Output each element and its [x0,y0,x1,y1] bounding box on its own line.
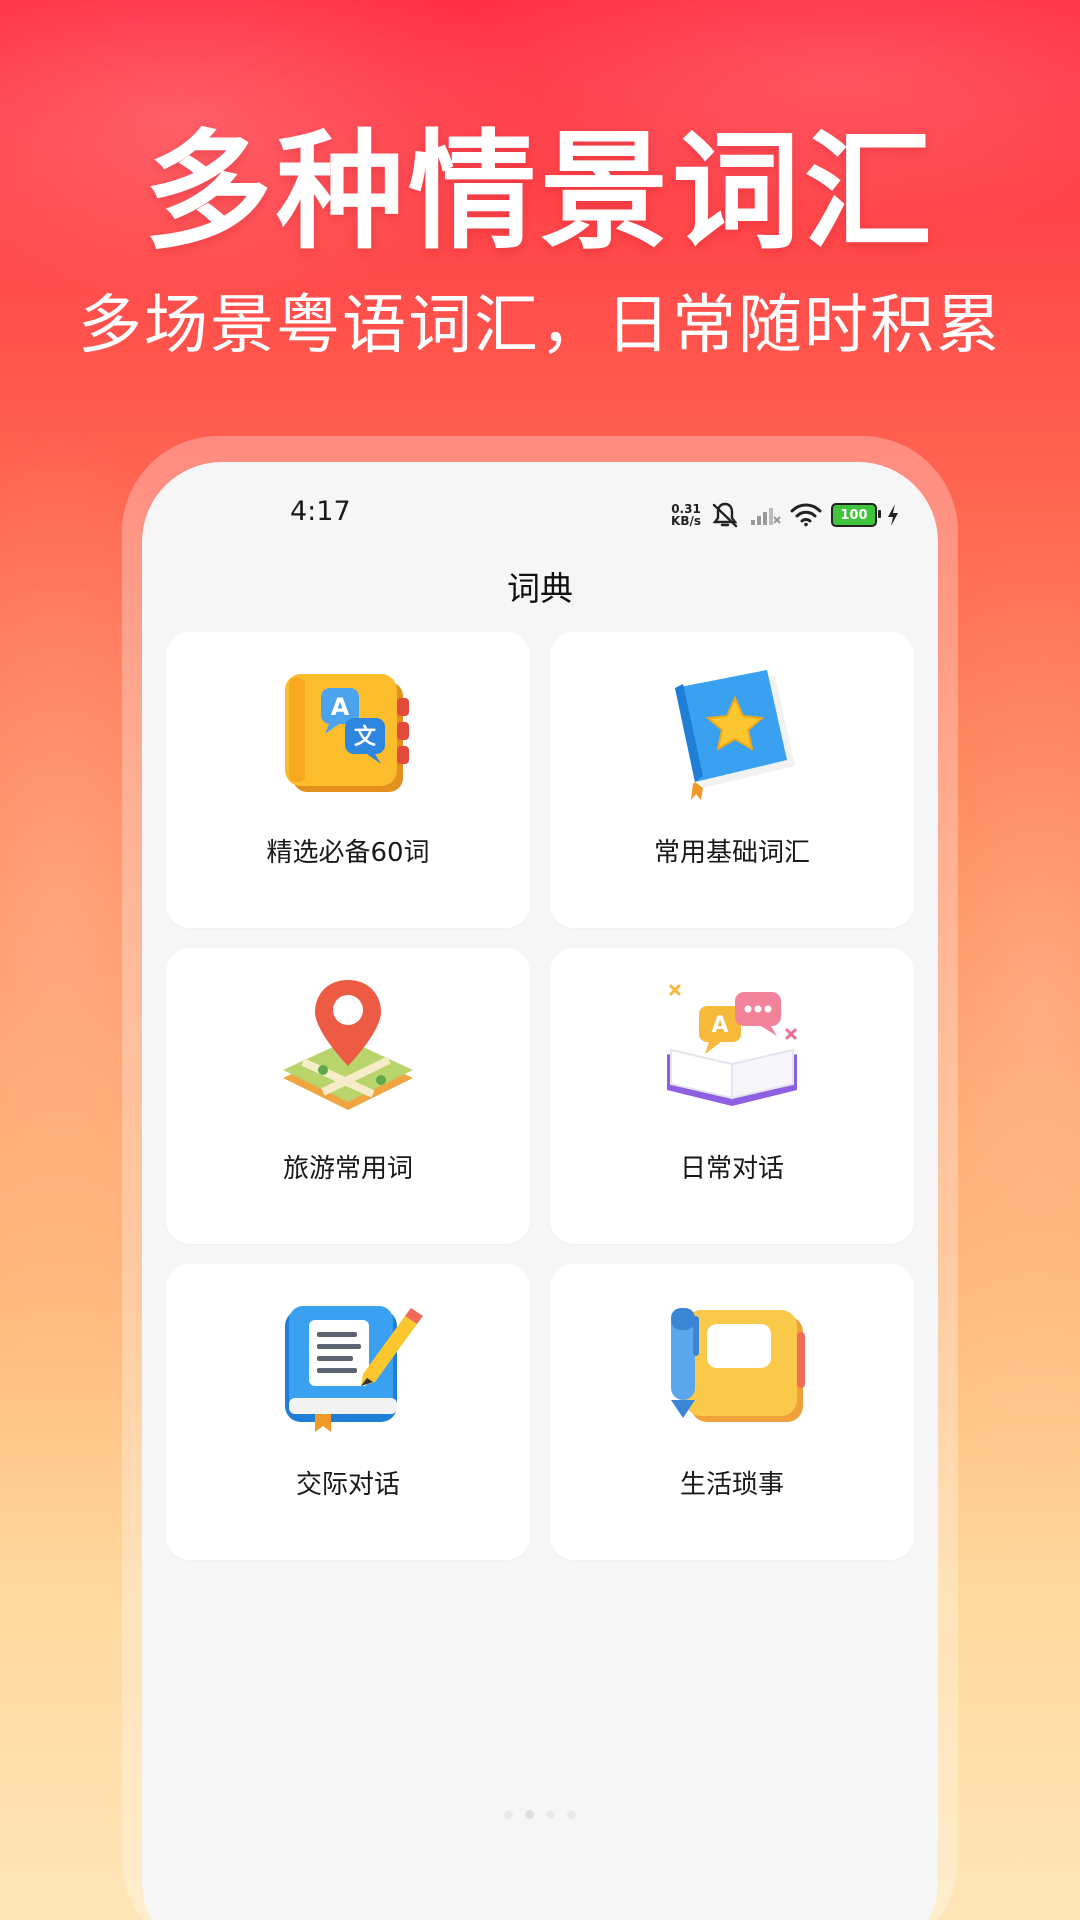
wifi-icon [790,503,822,527]
category-label: 旅游常用词 [282,1154,413,1184]
category-card-travel[interactable]: 旅游常用词 [166,948,530,1244]
network-speed: 0.31 KB/s [671,503,701,527]
signal-icon [751,508,781,525]
category-card-selected-60[interactable]: A 文 精选必备60词 [166,632,530,928]
notebook-pen-icon [671,1308,805,1422]
charging-icon [888,504,898,526]
promo-headline: 多种情景词汇 [143,118,936,267]
pagination-dot[interactable] [504,1810,513,1819]
category-label: 交际对话 [295,1470,400,1500]
category-label: 精选必备60词 [266,838,430,868]
category-label: 生活琐事 [679,1470,784,1500]
category-card-daily-dialogue[interactable]: A 日常对话 [550,948,914,1244]
status-icons: 0.31 KB/s 100 [671,500,900,530]
page-title: 词典 [507,569,573,608]
pagination-dot-active[interactable] [525,1810,534,1819]
battery-icon: 100 [831,503,881,527]
promo-page: 多种情景词汇 多场景粤语词汇，日常随时积累 4:17 0.31 KB/s 100… [0,0,1080,1920]
mute-icon [712,502,738,528]
svg-text:A: A [711,1013,728,1038]
status-time: 4:17 [290,496,351,527]
map-pin-icon [283,980,413,1110]
category-card-basic-vocab[interactable]: 常用基础词汇 [550,632,914,928]
network-speed-unit: KB/s [671,514,701,528]
pagination-dot[interactable] [546,1810,555,1819]
pagination-dot[interactable] [567,1810,576,1819]
svg-text:A: A [331,693,350,721]
star-book-icon [675,670,795,800]
category-label: 日常对话 [679,1154,784,1184]
category-card-life-trivia[interactable]: 生活琐事 [550,1264,914,1560]
translate-book-icon: A 文 [285,674,409,792]
pagination-dots [142,1810,938,1819]
promo-subline: 多场景粤语词汇，日常随时积累 [78,289,1002,363]
phone-screen: 4:17 0.31 KB/s 100 词典 A 文 精选必备60词 常用基础词汇… [142,462,938,1920]
category-grid: A 文 精选必备60词 常用基础词汇 旅游常用词 A 日常对话 交际对话 生活琐… [166,632,914,1560]
notebook-pencil-icon [285,1306,423,1432]
category-label: 常用基础词汇 [653,838,810,868]
category-card-social-dialogue[interactable]: 交际对话 [166,1264,530,1560]
svg-text:文: 文 [354,724,377,750]
chat-book-icon: A [667,984,797,1106]
status-bar: 4:17 0.31 KB/s 100 [142,462,938,562]
